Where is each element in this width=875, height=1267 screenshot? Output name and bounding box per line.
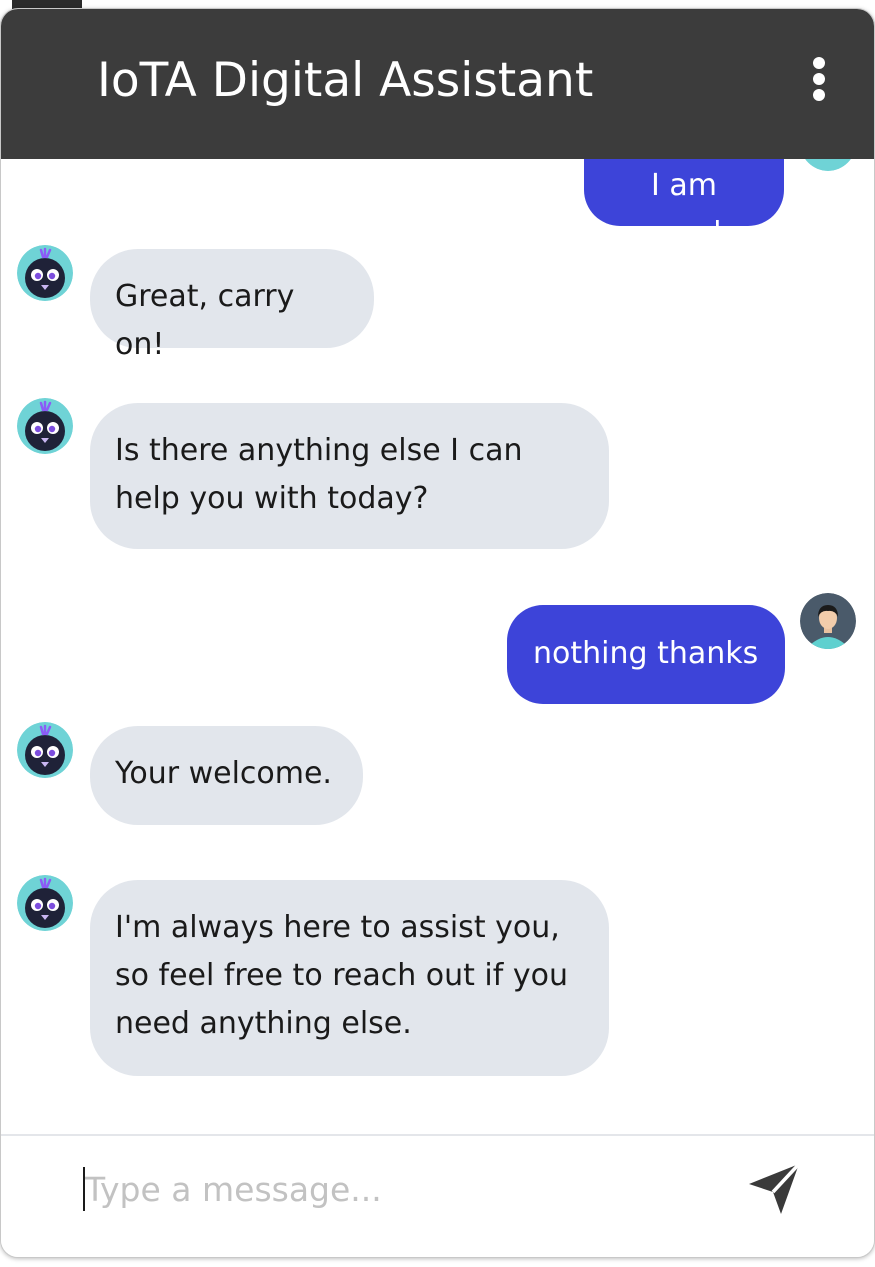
send-icon[interactable] bbox=[745, 1160, 803, 1218]
chat-widget: IoTA Digital Assistant I am good Great, … bbox=[0, 8, 875, 1258]
user-message-text: nothing thanks bbox=[533, 636, 759, 671]
user-message-text: I am good bbox=[646, 168, 722, 251]
bot-message: Your welcome. bbox=[90, 726, 363, 825]
bot-avatar bbox=[17, 875, 73, 931]
bot-message: Great, carry on! bbox=[90, 249, 374, 362]
bot-avatar bbox=[17, 722, 73, 778]
user-avatar bbox=[800, 593, 856, 649]
chat-header: IoTA Digital Assistant bbox=[1, 9, 874, 159]
user-message: nothing thanks bbox=[507, 605, 785, 704]
bot-message: I'm always here to assist you, so feel f… bbox=[90, 880, 609, 1076]
bot-message-text: Your welcome. bbox=[115, 756, 332, 791]
bot-message-text: I'm always here to assist you, so feel f… bbox=[115, 910, 568, 1041]
chat-title: IoTA Digital Assistant bbox=[97, 53, 594, 108]
message-input[interactable] bbox=[85, 1162, 685, 1216]
bot-message: Is there anything else I can help you wi… bbox=[90, 403, 609, 549]
bot-avatar bbox=[17, 245, 73, 301]
bot-avatar bbox=[17, 398, 73, 454]
user-avatar bbox=[800, 159, 856, 171]
bot-message-text: Is there anything else I can help you wi… bbox=[115, 433, 523, 516]
message-composer bbox=[1, 1134, 874, 1257]
more-vertical-icon[interactable] bbox=[804, 55, 834, 103]
bot-message-text: Great, carry on! bbox=[115, 279, 295, 362]
user-message: I am good bbox=[584, 159, 784, 251]
message-list[interactable]: I am good Great, carry on! Is there anyt… bbox=[1, 159, 874, 1134]
